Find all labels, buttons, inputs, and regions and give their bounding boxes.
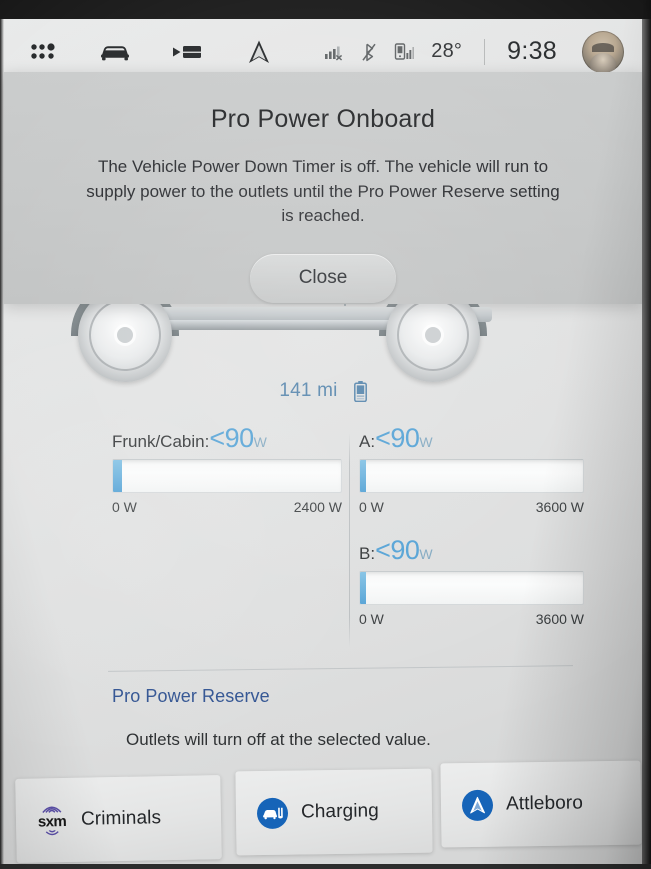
status-indicators: 28° 9:38 bbox=[323, 30, 624, 73]
outlet-gauge bbox=[112, 459, 342, 493]
card-label: Charging bbox=[300, 800, 380, 823]
pro-power-reserve-note: Outlets will turn off at the selected va… bbox=[126, 730, 431, 749]
outlet-frunk-cabin: Frunk/Cabin:<90W 0 W 2400 W bbox=[112, 425, 342, 515]
scale-max: 2400 W bbox=[293, 499, 342, 515]
phone-signal-icon bbox=[393, 40, 415, 64]
charging-icon bbox=[256, 797, 288, 829]
outlet-value: <90 bbox=[375, 423, 420, 453]
bezel-top bbox=[0, 0, 651, 19]
sxm-wordmark: sxm bbox=[37, 812, 67, 831]
card-sxm-criminals[interactable]: sxm Criminals bbox=[15, 775, 222, 863]
outlet-name: A: bbox=[359, 432, 376, 451]
outlet-unit: W bbox=[253, 434, 267, 450]
card-label: Attleboro bbox=[505, 792, 584, 815]
outlet-unit: W bbox=[419, 546, 433, 562]
scale-min: 0 W bbox=[112, 499, 137, 515]
outlet-a-b-column: A:<90W 0 W 3600 W B:<90W 0 W 3600 W bbox=[359, 425, 584, 627]
bezel-right bbox=[642, 0, 651, 869]
outlet-a: A:<90W 0 W 3600 W bbox=[359, 425, 584, 515]
gauge-scale: 0 W 3600 W bbox=[359, 611, 584, 627]
section-divider bbox=[108, 665, 573, 672]
apps-grid-icon[interactable] bbox=[26, 37, 60, 67]
dialog-body: The Vehicle Power Down Timer is off. The… bbox=[86, 157, 560, 226]
range-readout: 141 mi bbox=[4, 380, 642, 402]
gauge-scale: 0 W 2400 W bbox=[112, 499, 342, 515]
outlet-label: A:<90W bbox=[359, 425, 584, 452]
bezel-bottom bbox=[0, 864, 651, 869]
outlet-b: B:<90W 0 W 3600 W bbox=[359, 537, 584, 627]
range-value: 141 mi bbox=[279, 380, 338, 401]
outlet-gauges: Frunk/Cabin:<90W 0 W 2400 W A:<90W 0 W 3… bbox=[4, 425, 642, 665]
outlet-label: Frunk/Cabin:<90W bbox=[112, 425, 342, 452]
vehicle-icon[interactable] bbox=[98, 37, 132, 67]
infotainment-screen: 28° 9:38 141 mi Frunk/Cabin:<90W 0 W 240… bbox=[0, 0, 651, 869]
bezel-left bbox=[0, 19, 4, 864]
pro-power-reserve-link[interactable]: Pro Power Reserve bbox=[112, 686, 642, 707]
outlet-label: B:<90W bbox=[359, 537, 584, 564]
gauge-fill bbox=[113, 460, 122, 492]
gauge-scale: 0 W 3600 W bbox=[359, 499, 584, 515]
navigation-icon[interactable] bbox=[242, 37, 276, 67]
bluetooth-off-icon bbox=[358, 40, 380, 64]
card-charging[interactable]: Charging bbox=[235, 768, 433, 856]
scale-min: 0 W bbox=[359, 499, 384, 515]
scale-min: 0 W bbox=[359, 611, 384, 627]
status-divider bbox=[484, 38, 486, 65]
outlet-gauge bbox=[359, 459, 584, 493]
outlet-name: B: bbox=[359, 544, 376, 563]
outlet-gauge bbox=[359, 571, 584, 605]
pro-power-onboard-dialog: Pro Power Onboard The Vehicle Power Down… bbox=[4, 72, 642, 304]
close-button[interactable]: Close bbox=[250, 253, 396, 303]
scale-max: 3600 W bbox=[535, 499, 584, 515]
temperature-readout: 28° bbox=[431, 40, 463, 62]
media-icon[interactable] bbox=[170, 37, 204, 67]
cellular-signal-off-icon bbox=[323, 40, 345, 64]
sxm-icon: sxm bbox=[36, 804, 69, 837]
gauge-fill bbox=[360, 460, 366, 492]
bottom-card-tray: sxm Criminals Charging Attleboro bbox=[4, 759, 642, 864]
column-divider bbox=[349, 433, 350, 647]
running-board bbox=[152, 320, 396, 330]
outlet-value: <90 bbox=[209, 423, 254, 453]
gauge-fill bbox=[360, 572, 366, 604]
card-label: Criminals bbox=[80, 807, 162, 830]
outlet-unit: W bbox=[419, 434, 433, 450]
pro-power-reserve-section: Pro Power Reserve Outlets will turn off … bbox=[4, 686, 642, 750]
avatar[interactable] bbox=[582, 30, 624, 73]
dialog-title: Pro Power Onboard bbox=[210, 105, 436, 133]
outlet-value: <90 bbox=[375, 535, 420, 565]
clock: 9:38 bbox=[507, 37, 557, 65]
scale-max: 3600 W bbox=[535, 611, 584, 627]
nav-icon-group bbox=[26, 37, 276, 67]
battery-icon bbox=[353, 380, 367, 402]
card-navigation-attleboro[interactable]: Attleboro bbox=[440, 760, 642, 848]
navigation-arrow-icon bbox=[461, 789, 493, 821]
outlet-name: Frunk/Cabin: bbox=[112, 432, 210, 451]
